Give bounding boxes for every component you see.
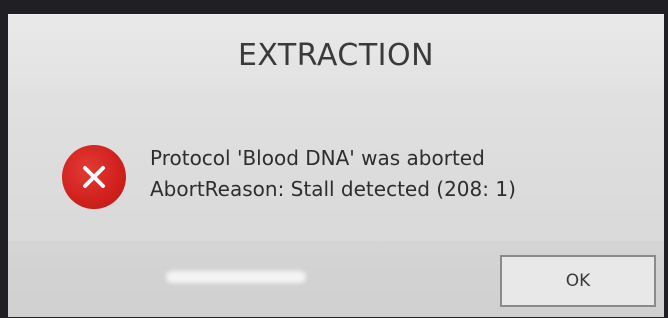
screen-background: EXTRACTION Protocol 'Blood DNA' was abor… bbox=[0, 0, 668, 318]
ok-button[interactable]: OK bbox=[500, 255, 656, 307]
dialog-message: Protocol 'Blood DNA' was aborted AbortRe… bbox=[150, 143, 516, 205]
message-line-abort-reason: AbortReason: Stall detected (208: 1) bbox=[150, 177, 516, 201]
dialog-title-bar: EXTRACTION bbox=[8, 15, 664, 91]
dialog-title: EXTRACTION bbox=[237, 37, 435, 73]
message-line-protocol: Protocol 'Blood DNA' was aborted bbox=[150, 146, 485, 170]
close-x-glyph bbox=[83, 166, 105, 188]
screen-glare bbox=[166, 271, 306, 283]
error-icon bbox=[62, 145, 126, 209]
error-dialog: EXTRACTION Protocol 'Blood DNA' was abor… bbox=[8, 14, 664, 317]
dialog-footer: OK bbox=[8, 241, 664, 317]
dialog-body: Protocol 'Blood DNA' was aborted AbortRe… bbox=[8, 91, 664, 241]
